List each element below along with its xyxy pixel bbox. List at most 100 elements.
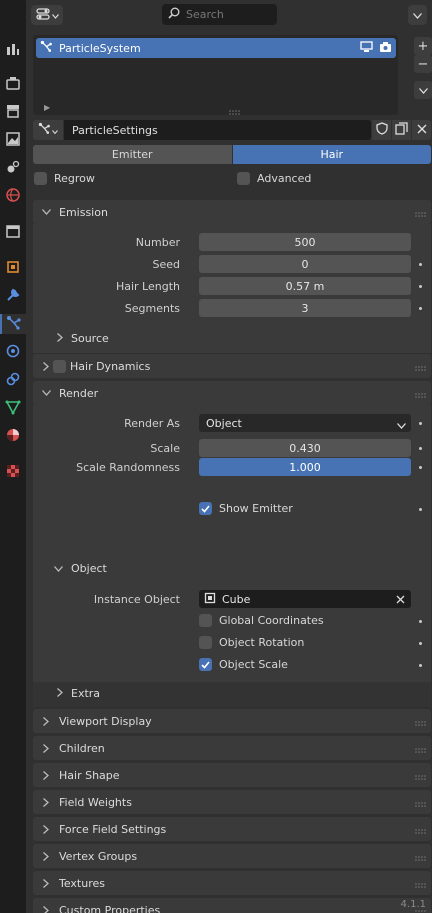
textures-panel-header[interactable]: Textures: [33, 871, 431, 895]
hair-length-field[interactable]: 0.57 m: [199, 277, 411, 295]
object-icon: [204, 592, 216, 607]
tab-hair[interactable]: Hair: [232, 145, 431, 164]
tab-material[interactable]: [3, 426, 23, 446]
close-icon[interactable]: [396, 594, 405, 607]
tab-world[interactable]: [3, 186, 23, 206]
viewport-display-icon[interactable]: [360, 40, 373, 56]
render-panel-header[interactable]: Render: [33, 381, 431, 405]
animate-property-icon[interactable]: [419, 642, 422, 645]
animate-property-icon[interactable]: [419, 466, 422, 469]
fake-user-button[interactable]: [372, 120, 391, 140]
output-icon: [5, 103, 21, 122]
advanced-checkbox[interactable]: Advanced: [237, 172, 311, 185]
chevron-right-icon: [41, 361, 51, 371]
hair-shape-panel-header[interactable]: Hair Shape: [33, 763, 431, 787]
drag-handle-icon[interactable]: [415, 744, 427, 757]
render-camera-icon[interactable]: [379, 41, 392, 56]
editor-type-button[interactable]: [31, 5, 63, 25]
tab-object[interactable]: [3, 258, 23, 278]
data-icon: [5, 399, 21, 418]
tab-particles[interactable]: [0, 314, 26, 334]
list-specials-menu[interactable]: [414, 81, 432, 99]
regrow-checkbox[interactable]: Regrow: [34, 172, 95, 185]
textures-panel-title: Textures: [59, 876, 105, 890]
animate-property-icon[interactable]: [419, 620, 422, 623]
header-options-dropdown[interactable]: [408, 5, 427, 25]
properties-tab-bar: [0, 0, 26, 913]
search-placeholder: Search: [186, 8, 224, 21]
force-field-settings-panel-header[interactable]: Force Field Settings: [33, 817, 431, 841]
object-subpanel-header[interactable]: Object: [54, 562, 107, 575]
chevron-right-icon: [57, 687, 63, 700]
vertex-groups-panel-header[interactable]: Vertex Groups: [33, 844, 431, 868]
duplicate-settings-button[interactable]: [392, 120, 411, 140]
segments-field[interactable]: 3: [199, 299, 411, 317]
drag-handle-icon[interactable]: [415, 852, 427, 865]
drag-handle-icon[interactable]: [415, 771, 427, 784]
object-scale-checkbox[interactable]: Object Scale: [199, 658, 288, 671]
instance-object-field[interactable]: Cube: [199, 590, 411, 608]
tab-collection[interactable]: [3, 222, 23, 242]
tab-tool[interactable]: [3, 40, 23, 60]
particle-settings-name-field[interactable]: ParticleSettings: [64, 120, 371, 140]
number-field[interactable]: 500: [199, 233, 411, 251]
emission-panel-header[interactable]: Emission: [33, 200, 431, 224]
tab-constraints[interactable]: [3, 370, 23, 390]
render-as-dropdown[interactable]: Object: [199, 414, 411, 432]
animate-property-icon[interactable]: [419, 285, 422, 288]
tab-texture[interactable]: [3, 462, 23, 482]
global-coordinates-checkbox[interactable]: Global Coordinates: [199, 614, 324, 627]
show-emitter-checkbox[interactable]: Show Emitter: [199, 502, 293, 515]
field-weights-panel-header[interactable]: Field Weights: [33, 790, 431, 814]
show-emitter-label: Show Emitter: [219, 502, 293, 515]
custom-properties-panel-header[interactable]: Custom Properties: [33, 898, 431, 913]
tab-data[interactable]: [3, 398, 23, 418]
unlink-settings-button[interactable]: [412, 120, 431, 140]
animate-property-icon[interactable]: [419, 664, 422, 667]
animate-property-icon[interactable]: [419, 447, 422, 450]
object-rotation-checkbox[interactable]: Object Rotation: [199, 636, 304, 649]
drag-handle-icon[interactable]: [415, 389, 427, 402]
tab-output[interactable]: [3, 102, 23, 122]
duplicate-icon: [395, 122, 408, 138]
hair-dynamics-checkbox[interactable]: [53, 359, 66, 373]
animate-property-icon[interactable]: [419, 422, 422, 425]
search-input[interactable]: Search: [162, 4, 277, 25]
tab-physics[interactable]: [3, 342, 23, 362]
source-subpanel-header[interactable]: Source: [57, 332, 109, 345]
children-panel-header[interactable]: Children: [33, 736, 431, 760]
extra-subpanel-header[interactable]: Extra: [57, 687, 100, 700]
seed-field[interactable]: 0: [199, 255, 411, 273]
drag-handle-icon[interactable]: [415, 717, 427, 730]
emission-panel-body: Number 500 Seed 0 Hair Length 0.57 m Seg…: [33, 224, 431, 353]
hair-dynamics-panel-header[interactable]: Hair Dynamics: [33, 354, 431, 378]
animate-property-icon[interactable]: [419, 307, 422, 310]
global-coordinates-label: Global Coordinates: [219, 614, 324, 627]
animate-property-icon[interactable]: [419, 508, 422, 511]
chevron-right-icon: [41, 851, 51, 861]
browse-particle-settings-button[interactable]: [33, 120, 63, 140]
tab-scene[interactable]: [3, 158, 23, 178]
tab-emitter[interactable]: Emitter: [33, 145, 232, 164]
remove-particle-system-button[interactable]: −: [414, 55, 432, 73]
drag-handle-icon[interactable]: [415, 208, 427, 221]
drag-handle-icon[interactable]: [415, 879, 427, 892]
tab-render[interactable]: [3, 74, 23, 94]
shield-icon: [375, 122, 388, 138]
add-particle-system-button[interactable]: +: [414, 37, 432, 55]
viewport-display-panel-header[interactable]: Viewport Display: [33, 709, 431, 733]
list-resize-handle[interactable]: [229, 106, 241, 119]
physics-icon: [5, 343, 21, 362]
drag-handle-icon[interactable]: [415, 798, 427, 811]
chevron-down-icon: [397, 419, 406, 432]
drag-handle-icon[interactable]: [415, 825, 427, 838]
animate-property-icon[interactable]: [419, 263, 422, 266]
tab-view-layer[interactable]: [3, 130, 23, 150]
particles-icon: [40, 40, 53, 56]
tab-modifier[interactable]: [3, 286, 23, 306]
list-filter-toggle[interactable]: ▶: [44, 103, 50, 112]
particle-system-list-item[interactable]: ParticleSystem: [36, 38, 396, 58]
drag-handle-icon[interactable]: [415, 362, 427, 375]
scale-randomness-slider[interactable]: 1.000: [199, 458, 411, 476]
scale-field[interactable]: 0.430: [199, 439, 411, 457]
